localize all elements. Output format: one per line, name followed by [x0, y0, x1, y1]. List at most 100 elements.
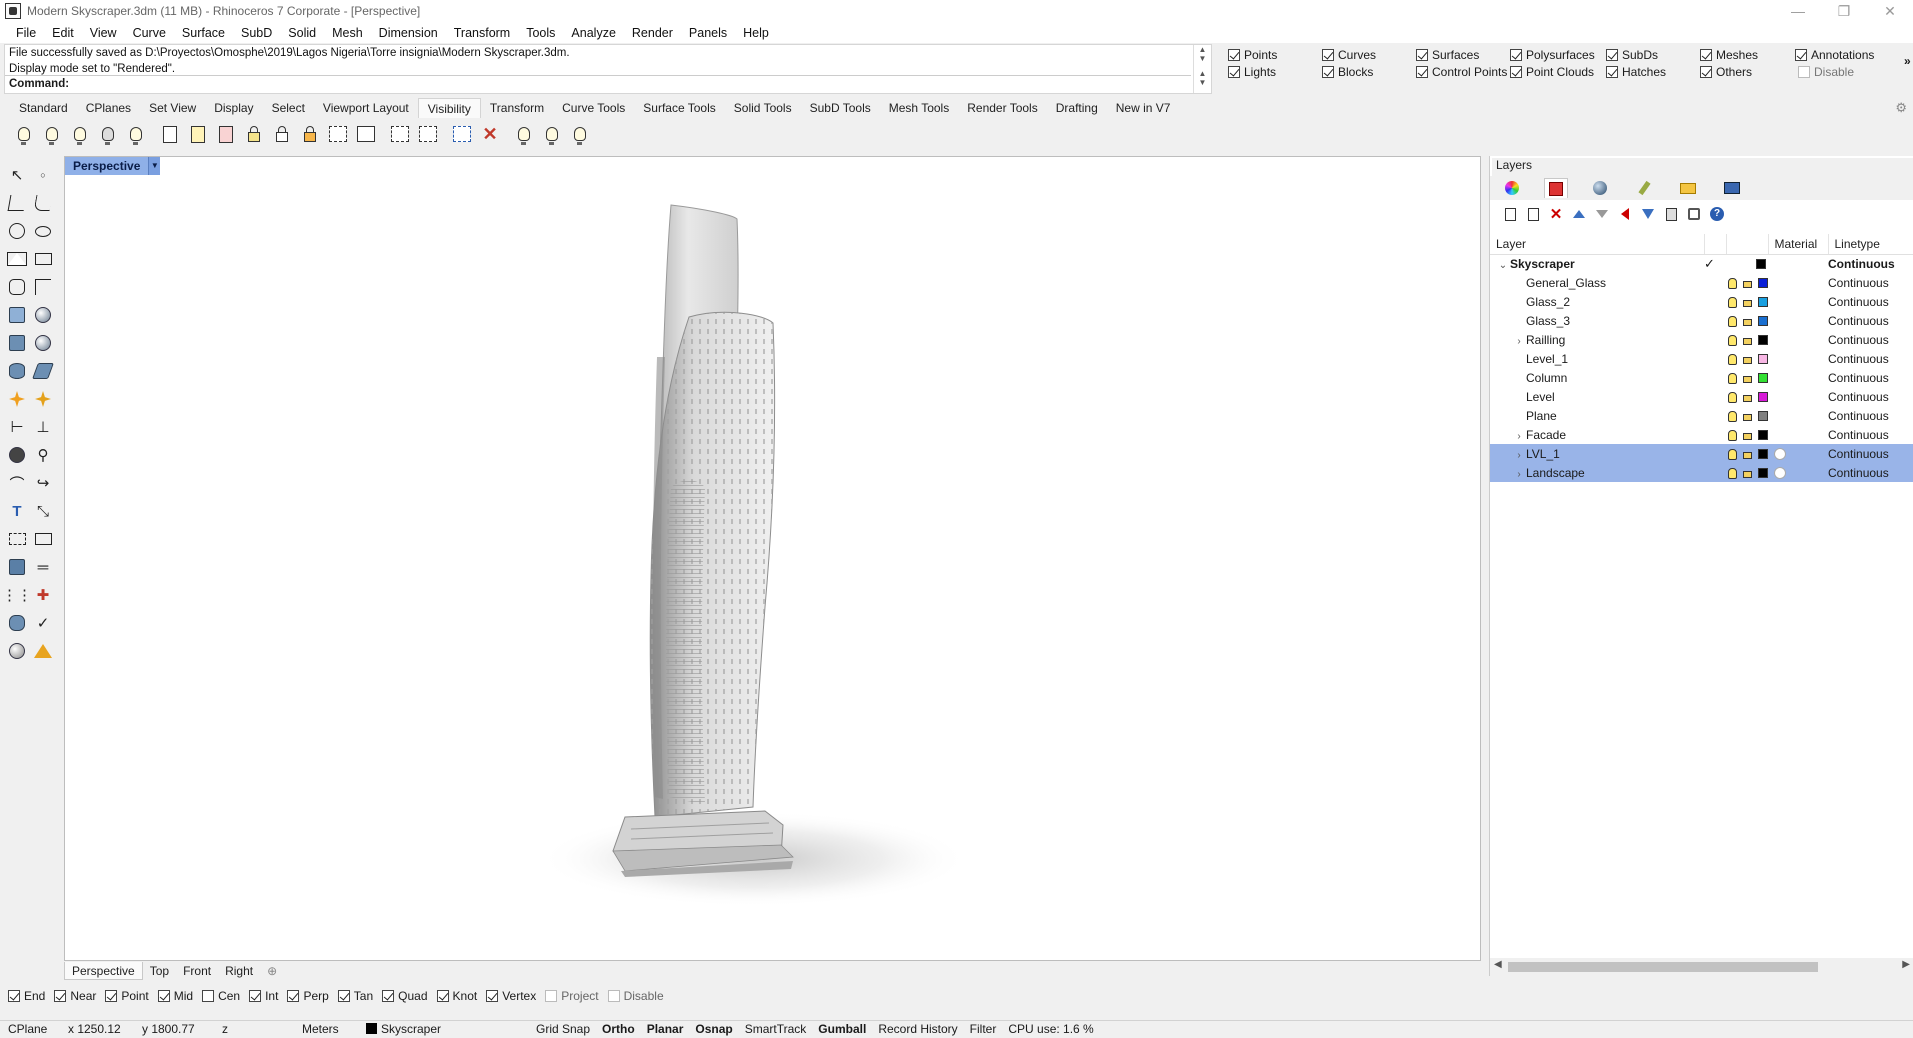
layer-row-level-1[interactable]: Level_1 Continuous — [1490, 349, 1913, 368]
menu-file[interactable]: File — [8, 26, 44, 40]
explode-button[interactable] — [32, 528, 54, 550]
move-up-button[interactable] — [1571, 206, 1587, 222]
grid-snap-toggle[interactable]: Grid Snap — [530, 1021, 596, 1038]
menu-subd[interactable]: SubD — [233, 26, 280, 40]
minimize-button[interactable]: — — [1775, 0, 1821, 22]
expand-chevron-icon[interactable]: › — [1512, 431, 1526, 442]
layer-row-plane[interactable]: Plane Continuous — [1490, 406, 1913, 425]
lock-icon[interactable] — [1743, 394, 1752, 402]
layer-color-swatch[interactable] — [1758, 372, 1768, 383]
lock-icon[interactable] — [1743, 356, 1752, 364]
checkbox-icon[interactable] — [54, 990, 67, 1002]
filter-toggle[interactable]: Filter — [964, 1021, 1003, 1038]
layer-help-button[interactable]: ? — [1709, 206, 1725, 222]
arc-button[interactable] — [6, 248, 28, 270]
clipping-options-button[interactable] — [416, 122, 440, 146]
lightbulb-icon[interactable] — [1728, 277, 1737, 289]
delete-layer-button[interactable]: ✕ — [1548, 206, 1564, 223]
menu-panels[interactable]: Panels — [681, 26, 735, 40]
tab-render-tools[interactable]: Render Tools — [958, 98, 1047, 118]
panel-tab-properties[interactable] — [1500, 178, 1524, 198]
lightbulb-icon[interactable] — [1728, 353, 1737, 365]
perspective-viewport[interactable]: Perspective ▼ — [64, 156, 1481, 961]
polyline-button[interactable] — [6, 192, 28, 214]
menu-view[interactable]: View — [82, 26, 125, 40]
layer-material-cell[interactable] — [1768, 311, 1828, 330]
viewport-tab-perspective[interactable]: Perspective — [64, 962, 143, 980]
tab-viewport-layout[interactable]: Viewport Layout — [314, 98, 418, 118]
checkbox-icon[interactable] — [436, 990, 449, 1002]
restore-button[interactable]: ❐ — [1821, 0, 1867, 22]
checkbox-icon[interactable] — [1700, 49, 1712, 61]
current-layer-cell[interactable] — [1704, 330, 1726, 349]
smarttrack-toggle[interactable]: SmartTrack — [739, 1021, 813, 1038]
layer-row-column[interactable]: Column Continuous — [1490, 368, 1913, 387]
viewport-name[interactable]: Perspective — [65, 157, 149, 175]
viewport-tab-right[interactable]: Right — [218, 962, 260, 980]
layer-linetype[interactable]: Continuous — [1828, 311, 1913, 330]
layer-color-swatch[interactable] — [1758, 410, 1768, 421]
lock-icon[interactable] — [1743, 299, 1752, 307]
current-layer-cell[interactable] — [1704, 463, 1726, 482]
tab-surface-tools[interactable]: Surface Tools — [634, 98, 725, 118]
lights-options-button[interactable] — [568, 122, 592, 146]
expand-chevron-icon[interactable]: › — [1512, 450, 1526, 461]
menu-help[interactable]: Help — [735, 26, 777, 40]
tab-set-view[interactable]: Set View — [140, 98, 205, 118]
current-layer-cell[interactable] — [1704, 311, 1726, 330]
hide-in-detail-button[interactable] — [214, 122, 238, 146]
checkbox-icon[interactable] — [486, 990, 499, 1002]
lock-icon[interactable] — [1743, 451, 1752, 459]
lightbulb-icon[interactable] — [1728, 391, 1737, 403]
menu-analyze[interactable]: Analyze — [563, 26, 623, 40]
osnap-near[interactable]: Near — [54, 989, 96, 1003]
tab-cplanes[interactable]: CPlanes — [77, 98, 140, 118]
analyze-button[interactable]: ⚲ — [32, 444, 54, 466]
checkbox-icon[interactable] — [1795, 49, 1807, 61]
current-layer-cell[interactable]: ✓ — [1704, 254, 1726, 273]
layer-name-cell[interactable]: Glass_2 — [1490, 292, 1704, 311]
layer-material-cell[interactable] — [1768, 444, 1828, 463]
unlock-objects-button[interactable] — [270, 122, 294, 146]
polygon-button[interactable] — [6, 276, 28, 298]
layer-name-cell[interactable]: Level — [1490, 387, 1704, 406]
osnap-quad[interactable]: Quad — [382, 989, 428, 1003]
units-display[interactable]: Meters — [296, 1021, 360, 1038]
layer-name-cell[interactable]: Glass_3 — [1490, 311, 1704, 330]
filter-control-points[interactable]: Control Points — [1416, 65, 1507, 79]
layer-linetype[interactable]: Continuous — [1828, 330, 1913, 349]
command-history-scrollbar[interactable]: ▲ ▼ ▲ ▼ — [1193, 45, 1211, 93]
filter-layers-button[interactable] — [1640, 206, 1656, 222]
menu-curve[interactable]: Curve — [125, 26, 174, 40]
current-layer-cell[interactable] — [1704, 368, 1726, 387]
show-selected-button[interactable] — [68, 122, 92, 146]
col-header-flags[interactable] — [1726, 234, 1769, 255]
curve-button[interactable] — [32, 192, 54, 214]
osnap-end[interactable]: End — [8, 989, 45, 1003]
current-layer-cell[interactable] — [1704, 273, 1726, 292]
layer-material-cell[interactable] — [1768, 273, 1828, 292]
layer-linetype[interactable]: Continuous — [1828, 273, 1913, 292]
current-layer-cell[interactable] — [1704, 349, 1726, 368]
panel-tab-layers[interactable] — [1544, 178, 1568, 198]
lock-selected-button[interactable] — [326, 122, 350, 146]
surface-tools-button[interactable] — [32, 304, 54, 326]
layer-row-facade[interactable]: › Facade Continuous — [1490, 425, 1913, 444]
layer-linetype[interactable]: Continuous — [1828, 254, 1913, 273]
surface-button[interactable] — [6, 304, 28, 326]
show-in-layout-button[interactable] — [186, 122, 210, 146]
layer-row-glass-2[interactable]: Glass_2 Continuous — [1490, 292, 1913, 311]
layer-linetype[interactable]: Continuous — [1828, 387, 1913, 406]
new-layer-button[interactable] — [1502, 206, 1518, 222]
layer-name-cell[interactable]: ⌄ Skyscraper — [1490, 254, 1704, 273]
lock-icon[interactable] — [1743, 337, 1752, 345]
layer-row-skyscraper[interactable]: ⌄ Skyscraper ✓ Continuous — [1490, 254, 1913, 273]
menu-tools[interactable]: Tools — [518, 26, 563, 40]
hide-lights-button[interactable] — [540, 122, 564, 146]
layer-material-cell[interactable] — [1768, 406, 1828, 425]
layer-name-cell[interactable]: › LVL_1 — [1490, 444, 1704, 463]
osnap-perp[interactable]: Perp — [287, 989, 329, 1003]
checkbox-icon[interactable] — [1700, 66, 1712, 78]
menu-surface[interactable]: Surface — [174, 26, 233, 40]
checkbox-icon[interactable] — [1416, 66, 1428, 78]
